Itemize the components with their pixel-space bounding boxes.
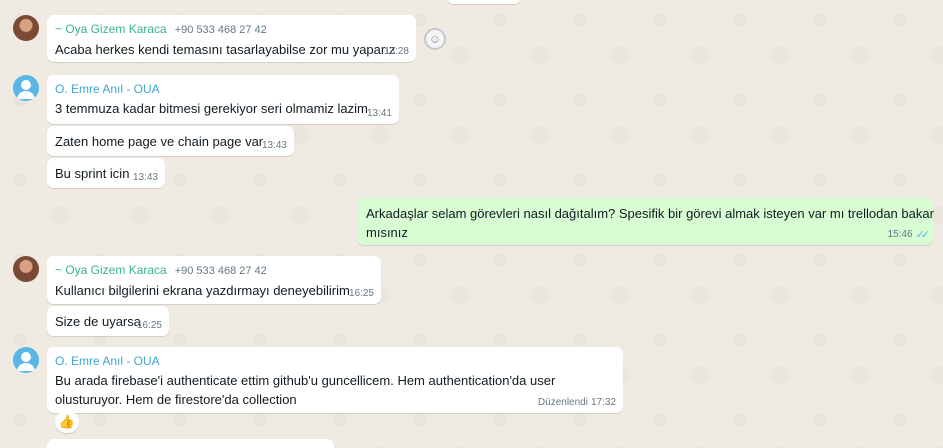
message-text-line-2: mısınız bbox=[366, 225, 408, 240]
sender-header: O. Emre Anıl - OUA bbox=[55, 353, 615, 369]
sender-header: O. Emre Anıl - OUA bbox=[55, 81, 391, 97]
avatar-oya[interactable] bbox=[13, 15, 39, 41]
message-bubble[interactable]: ~ Oya Gizem Karaca +90 533 468 27 42 Aca… bbox=[47, 15, 416, 62]
sender-name[interactable]: O. Emre Anıl - OUA bbox=[55, 81, 160, 97]
message-text-line-2: olusturuyor. Hem de firestore'da collect… bbox=[55, 392, 297, 407]
message-bubble[interactable]: Bu sprint icin 13:43 bbox=[47, 158, 165, 188]
sender-header: ~ Oya Gizem Karaca +90 533 468 27 42 bbox=[55, 21, 408, 38]
thumbs-up-reaction[interactable]: 👍 bbox=[55, 411, 79, 433]
avatar-emre[interactable] bbox=[13, 75, 39, 101]
sender-header: ~ Oya Gizem Karaca +90 533 468 27 42 bbox=[55, 262, 373, 279]
sender-name[interactable]: O. Emre Anıl - OUA bbox=[55, 353, 160, 369]
message-text: Bu sprint icin bbox=[55, 166, 130, 181]
message-bubble[interactable]: ~ Oya Gizem Karaca +90 533 468 27 42 Kul… bbox=[47, 256, 381, 304]
message-time: 13:28 bbox=[383, 46, 409, 57]
message-bubble-partial-bottom bbox=[47, 439, 334, 448]
message-text: Acaba herkes kendi temasını tasarlayabil… bbox=[55, 42, 396, 57]
message-bubble-partial-top bbox=[447, 0, 521, 4]
outgoing-message-bubble[interactable]: Arkadaşlar selam görevleri nasıl dağıtal… bbox=[357, 198, 934, 245]
avatar-emre[interactable] bbox=[13, 347, 39, 373]
message-time: 15:46 bbox=[887, 229, 913, 240]
message-bubble[interactable]: Size de uyarsa 16:25 bbox=[47, 306, 169, 336]
sender-phone: +90 533 468 27 42 bbox=[174, 24, 267, 36]
sender-phone: +90 533 468 27 42 bbox=[174, 265, 267, 277]
message-bubble[interactable]: O. Emre Anıl - OUA 3 temmuza kadar bitme… bbox=[47, 75, 399, 124]
message-text: Kullanıcı bilgilerini ekrana yazdırmayı … bbox=[55, 283, 350, 298]
message-text: 3 temmuza kadar bitmesi gerekiyor seri o… bbox=[55, 101, 368, 116]
message-time-wrapper: 15:46 ✓✓ bbox=[887, 229, 931, 241]
message-text: Zaten home page ve chain page var bbox=[55, 134, 264, 149]
avatar-oya[interactable] bbox=[13, 256, 39, 282]
smiley-icon[interactable]: ☺ bbox=[424, 28, 446, 50]
message-time: 13:41 bbox=[366, 108, 392, 119]
message-time: 16:25 bbox=[136, 320, 162, 331]
message-bubble[interactable]: Zaten home page ve chain page var 13:43 bbox=[47, 126, 294, 156]
message-time: 13:43 bbox=[261, 140, 287, 151]
message-text-line-1: Bu arada firebase'i authenticate ettim g… bbox=[55, 373, 556, 388]
message-time: 17:32 bbox=[590, 397, 616, 408]
message-time-wrapper: Düzenlendi 17:32 bbox=[538, 397, 616, 409]
message-time: 16:25 bbox=[348, 288, 374, 299]
sender-name[interactable]: ~ Oya Gizem Karaca bbox=[55, 262, 167, 278]
message-text-line-1: Arkadaşlar selam görevleri nasıl dağıtal… bbox=[366, 206, 934, 221]
edited-label: Düzenlendi bbox=[537, 397, 588, 408]
message-bubble[interactable]: O. Emre Anıl - OUA Bu arada firebase'i a… bbox=[47, 347, 623, 413]
message-time: 13:43 bbox=[132, 172, 158, 183]
double-check-icon: ✓✓ bbox=[915, 229, 931, 241]
sender-name[interactable]: ~ Oya Gizem Karaca bbox=[55, 21, 167, 37]
message-text: Size de uyarsa bbox=[55, 314, 141, 329]
